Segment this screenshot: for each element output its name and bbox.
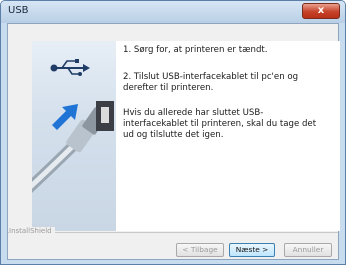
instruction-step-1: 1. Sørg for, at printeren er tændt. — [123, 45, 268, 55]
usb-illustration-graphic — [22, 59, 114, 196]
instruction-step-2: 2. Tilslut USB-interfacekablet til pc'en… — [123, 72, 299, 93]
title-bar[interactable]: USB x — [1, 1, 345, 23]
arrow-icon — [52, 104, 78, 130]
installshield-label: InstallShield — [9, 227, 55, 235]
setup-dialog-window: USB x 1. Sørg for, at printeren er tændt… — [0, 0, 346, 265]
window-title: USB — [8, 5, 29, 16]
usb-symbol-icon — [50, 59, 90, 76]
content-panel: 1. Sørg for, at printeren er tændt. 2. T… — [22, 41, 340, 231]
next-button[interactable]: Næste > — [229, 243, 275, 257]
close-button[interactable]: x — [302, 3, 340, 19]
footer-separator — [8, 232, 338, 233]
cancel-button[interactable]: Annuller — [284, 243, 332, 257]
back-button[interactable]: < Tilbage — [176, 243, 224, 257]
usb-illustration — [22, 41, 116, 231]
instruction-note: Hvis du allerede har sluttet USB-interfa… — [123, 108, 317, 140]
dialog-client-area: 1. Sørg for, at printeren er tændt. 2. T… — [7, 23, 340, 260]
